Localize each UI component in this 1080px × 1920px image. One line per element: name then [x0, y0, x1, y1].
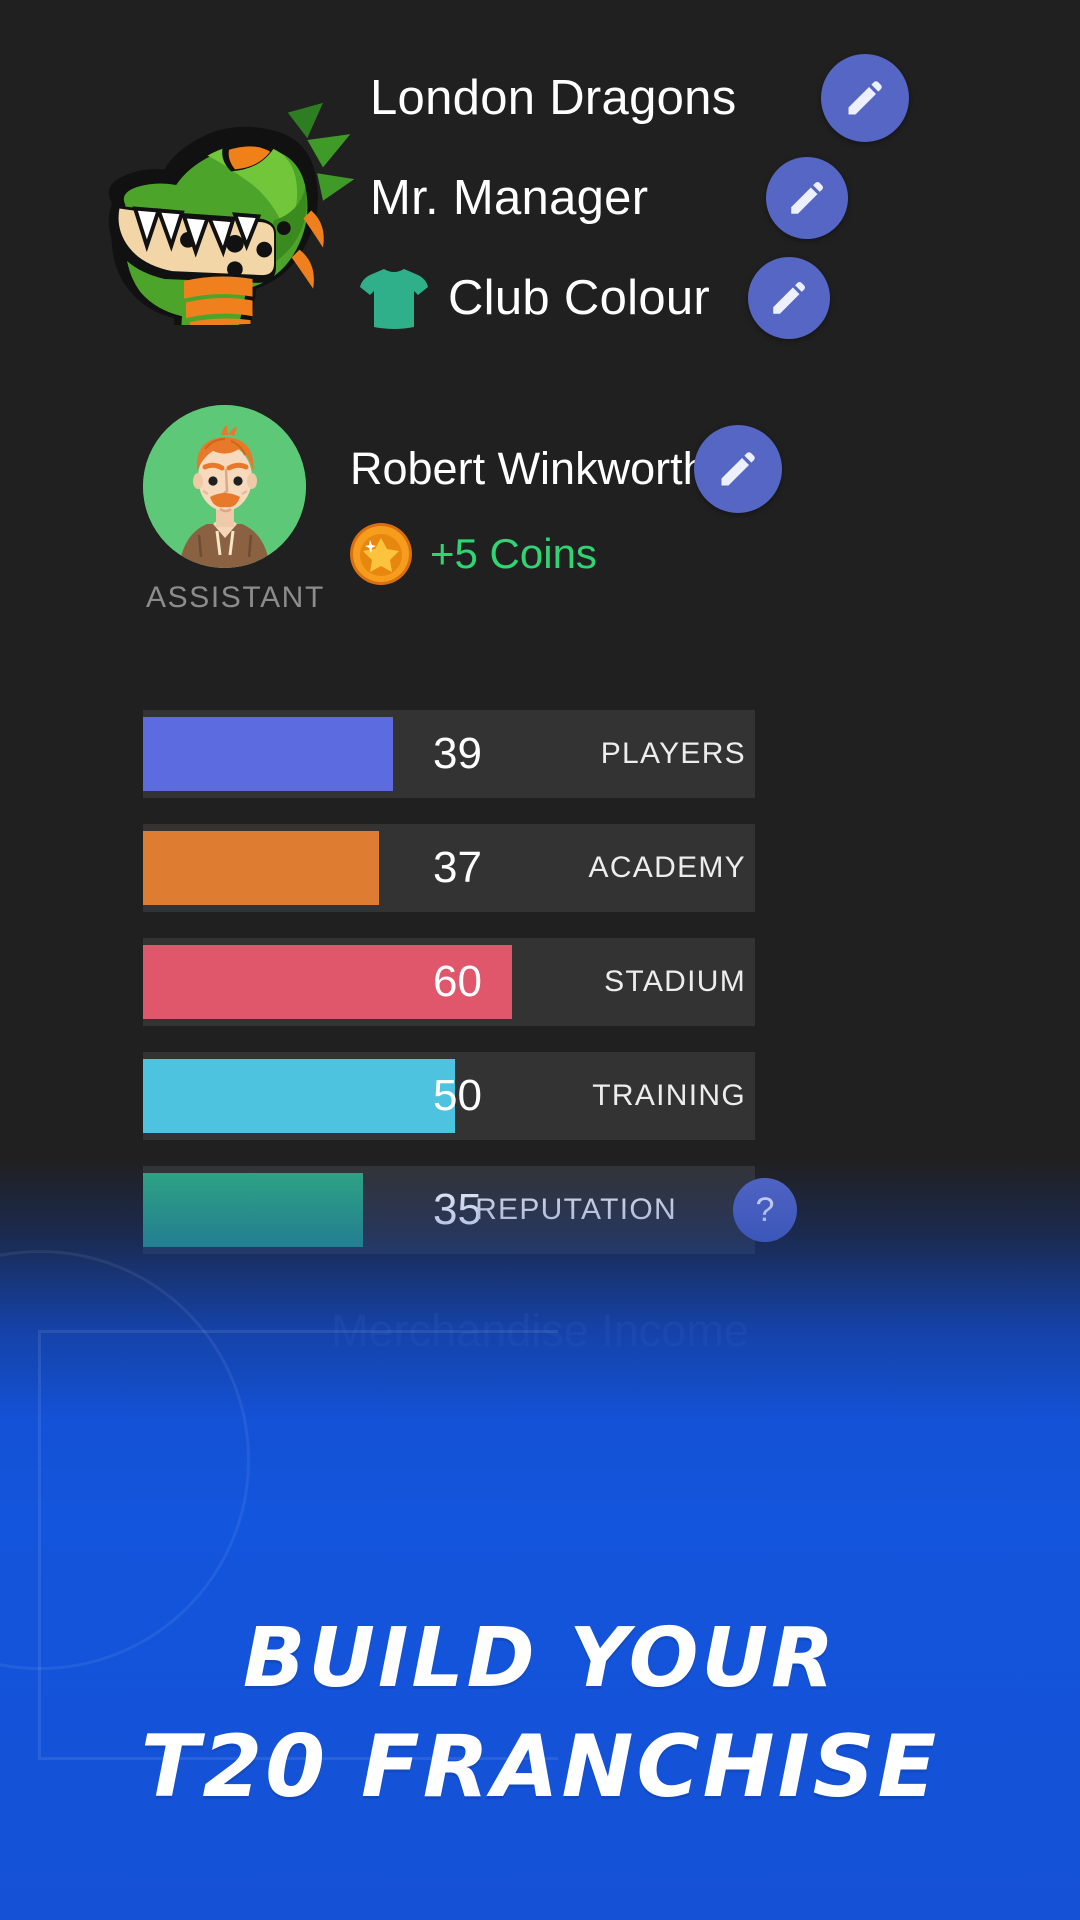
edit-club-name-button[interactable] [820, 54, 909, 142]
edit-manager-name-button[interactable] [766, 157, 849, 239]
stat-label: ACADEMY [588, 851, 746, 884]
club-colour-label: Club Colour [448, 271, 711, 325]
stat-value: 37 [433, 843, 482, 892]
edit-assistant-button[interactable] [694, 425, 782, 513]
coin-star-icon [350, 523, 412, 585]
dragon-head-logo [60, 95, 355, 369]
pencil-icon [848, 81, 882, 115]
club-name: London Dragons [370, 71, 737, 125]
assistant-avatar[interactable] [143, 405, 306, 568]
assistant-name: Robert Winkworth [350, 443, 708, 494]
promo-line-2: T20 FRANCHISE [140, 1716, 940, 1817]
stat-value: 60 [433, 957, 482, 1006]
pencil-icon [721, 452, 755, 486]
app-screen: London Dragons Mr. Manager Club Colour R… [0, 0, 1080, 1920]
stat-row[interactable]: 39 PLAYERS [143, 710, 755, 798]
promo-text: BUILD YOUR T20 FRANCHISE [0, 1607, 1080, 1822]
stat-bar-fill [143, 1059, 456, 1133]
club-name-row: London Dragons [330, 48, 1050, 148]
stat-bar-fill [143, 831, 380, 905]
edit-club-colour-button[interactable] [748, 257, 831, 339]
stat-value: 50 [433, 1071, 482, 1120]
manager-name-row: Mr. Manager [330, 148, 1050, 248]
coin-reward-row: +5 Coins [348, 521, 597, 587]
promo-line-1: BUILD YOUR [242, 1610, 838, 1706]
stat-label: STADIUM [604, 965, 746, 998]
assistant-section: Robert Winkworth +5 Coins ASSISTANT [0, 395, 1080, 655]
stat-bar-fill [143, 717, 393, 791]
stat-label: PLAYERS [600, 737, 746, 770]
manager-name: Mr. Manager [370, 171, 649, 225]
stat-row[interactable]: 60 STADIUM [143, 938, 755, 1026]
pencil-icon [791, 182, 824, 214]
stat-row[interactable]: 50 TRAINING [143, 1052, 755, 1140]
tshirt-icon [360, 269, 428, 329]
assistant-role-label: ASSISTANT [146, 581, 325, 614]
club-header: London Dragons Mr. Manager Club Colour [0, 0, 1080, 390]
stat-row[interactable]: 37 ACADEMY [143, 824, 755, 912]
stat-value: 39 [433, 729, 482, 778]
pencil-icon [773, 282, 806, 314]
promo-banner: BUILD YOUR T20 FRANCHISE [0, 1160, 1080, 1920]
club-info-rows: London Dragons Mr. Manager Club Colour [330, 48, 1050, 348]
club-colour-row: Club Colour [330, 248, 1050, 348]
coin-reward-text: +5 Coins [430, 530, 597, 577]
stat-label: TRAINING [592, 1079, 746, 1112]
